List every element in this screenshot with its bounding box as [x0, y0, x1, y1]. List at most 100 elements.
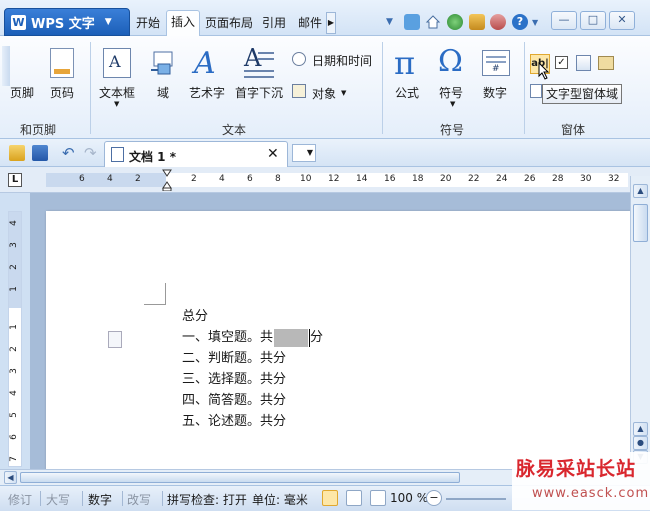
arrow-down-icon[interactable]: ▼: [386, 17, 396, 27]
tab-insert[interactable]: 插入: [166, 10, 201, 37]
status-separator: [162, 491, 163, 506]
maximize-button[interactable]: □: [580, 11, 606, 30]
ruler-number: 4: [219, 174, 225, 184]
group-label-symbols: 符号: [440, 123, 465, 137]
ruler-number: 8: [275, 174, 281, 184]
scroll-up-button[interactable]: ▲: [633, 184, 648, 198]
document-line[interactable]: 五、论述题。共分: [182, 412, 286, 432]
chevron-down-icon[interactable]: ▼: [450, 100, 455, 108]
zoom-level[interactable]: 100 %: [390, 491, 428, 505]
checkbox-form-field-button[interactable]: ✓: [555, 56, 568, 69]
globe-icon[interactable]: [447, 14, 463, 30]
minimize-button[interactable]: —: [551, 11, 577, 30]
document-line[interactable]: 四、简答题。共分: [182, 391, 286, 411]
save-icon[interactable]: [32, 145, 48, 161]
chevron-down-icon[interactable]: ▼: [341, 89, 346, 97]
web-view-icon[interactable]: [370, 490, 386, 506]
document-line[interactable]: 三、选择题。共分: [182, 370, 286, 390]
tab-home[interactable]: 开始: [132, 12, 164, 36]
undo-icon[interactable]: ↶: [62, 145, 78, 161]
form-properties-button[interactable]: [598, 56, 614, 70]
dropcap-button[interactable]: 首字下沉: [235, 84, 283, 101]
vertical-ruler: 4 3 2 1 1 2 3 4 5 6 7: [8, 211, 22, 467]
open-folder-icon[interactable]: [9, 145, 25, 161]
ruler-number: 10: [300, 174, 312, 184]
wps-logo-icon: W: [11, 14, 26, 30]
status-unit[interactable]: 单位: 毫米: [252, 491, 308, 508]
new-tab-button[interactable]: ▼: [292, 144, 316, 162]
document-tab[interactable]: 文档 1 * ✕: [104, 141, 288, 167]
windows-icon[interactable]: [404, 14, 420, 30]
footer-button[interactable]: 页脚: [10, 84, 34, 101]
page-number-icon: [50, 48, 74, 78]
previous-page-button[interactable]: ▲: [633, 422, 648, 436]
status-spellcheck[interactable]: 拼写检查: 打开: [167, 491, 247, 508]
symbol-button[interactable]: 符号: [439, 84, 463, 101]
status-overwrite[interactable]: 改写: [127, 491, 151, 508]
vertical-scrollbar[interactable]: ▲ ▲ ● ▼: [630, 176, 650, 470]
status-caps[interactable]: 大写: [46, 491, 70, 508]
chevron-down-icon[interactable]: ▼: [532, 18, 540, 34]
ruler-number: 2: [8, 346, 19, 352]
watermark-url: www.easck.com: [532, 486, 650, 501]
app-menu-button[interactable]: W WPS 文字 ▼: [4, 8, 130, 36]
margin-crop-mark: [144, 283, 166, 305]
pi-icon: π: [394, 44, 416, 82]
zoom-out-button[interactable]: −: [426, 490, 442, 506]
redo-icon[interactable]: ↷: [84, 145, 100, 161]
page-view-icon[interactable]: [322, 490, 338, 506]
status-separator: [40, 491, 41, 506]
formula-button[interactable]: 公式: [395, 84, 419, 101]
group-label-forms: 窗体: [561, 123, 586, 137]
text-form-field[interactable]: [274, 328, 309, 347]
horizontal-ruler: L 6 4 2 2 4 6 8 10 12 14 16 18 20 22 24 …: [0, 167, 650, 193]
document-page[interactable]: 总分 一、填空题。共 分 二、判断题。共分 三、选择题。共分 四、简答题。共分 五…: [46, 211, 630, 469]
chevron-down-icon[interactable]: ▼: [114, 100, 119, 108]
tab-stop-selector[interactable]: L: [8, 173, 22, 187]
textbox-button[interactable]: 文本框: [99, 84, 135, 101]
ruler-number: 16: [384, 174, 396, 184]
ruler-number: 22: [468, 174, 480, 184]
datetime-button[interactable]: 日期和时间: [312, 52, 372, 69]
ruler-number: 3: [8, 242, 19, 248]
ruler-number: 1: [8, 286, 19, 292]
mouse-cursor-icon: [538, 61, 550, 83]
tab-mail[interactable]: 邮件: [294, 12, 326, 36]
close-tab-icon[interactable]: ✕: [267, 146, 279, 162]
close-button[interactable]: ✕: [609, 11, 635, 30]
share-icon[interactable]: [469, 14, 485, 30]
status-revise[interactable]: 修订: [8, 491, 32, 508]
scroll-thumb[interactable]: [20, 472, 460, 483]
indent-marker-icon[interactable]: [162, 169, 172, 192]
outline-view-icon[interactable]: [346, 490, 362, 506]
number-button[interactable]: 数字: [483, 84, 507, 101]
ruler-number: 5: [8, 412, 19, 418]
document-line[interactable]: 二、判断题。共分: [182, 349, 286, 369]
zoom-slider[interactable]: [446, 498, 506, 500]
field-button[interactable]: 域: [157, 84, 169, 101]
title-bar: W WPS 文字 ▼ 开始 插入 页面布局 引用 邮件 ▶ ▼ ? ▼ — □ …: [0, 0, 650, 37]
document-line[interactable]: 总分: [182, 307, 208, 327]
document-workspace: 总分 一、填空题。共 分 二、判断题。共分 三、选择题。共分 四、简答题。共分 五…: [30, 193, 630, 469]
object-icon: [292, 84, 306, 98]
ruler-number: 1: [8, 324, 19, 330]
object-button[interactable]: 对象: [312, 85, 336, 102]
user-icon[interactable]: [490, 14, 506, 30]
scroll-left-button[interactable]: ◀: [4, 471, 17, 484]
tab-page-layout[interactable]: 页面布局: [201, 12, 257, 36]
document-line-with-field[interactable]: 一、填空题。共 分: [182, 328, 323, 348]
help-icon[interactable]: ?: [512, 14, 528, 30]
dropdown-form-field-button[interactable]: [576, 55, 591, 71]
ribbon-scroll-left-icon[interactable]: [2, 46, 10, 86]
wordart-button[interactable]: 艺术字: [189, 84, 225, 101]
tab-scroll-right-button[interactable]: ▶: [326, 12, 336, 34]
scroll-thumb[interactable]: [633, 204, 648, 242]
page-number-button[interactable]: 页码: [50, 84, 74, 101]
home-icon[interactable]: [425, 14, 441, 30]
group-separator: [90, 42, 91, 134]
form-shading-icon[interactable]: [530, 84, 542, 98]
select-browse-object-button[interactable]: ●: [633, 436, 648, 450]
tab-references[interactable]: 引用: [258, 12, 290, 36]
status-num[interactable]: 数字: [88, 491, 112, 508]
app-name: WPS 文字: [31, 16, 95, 32]
